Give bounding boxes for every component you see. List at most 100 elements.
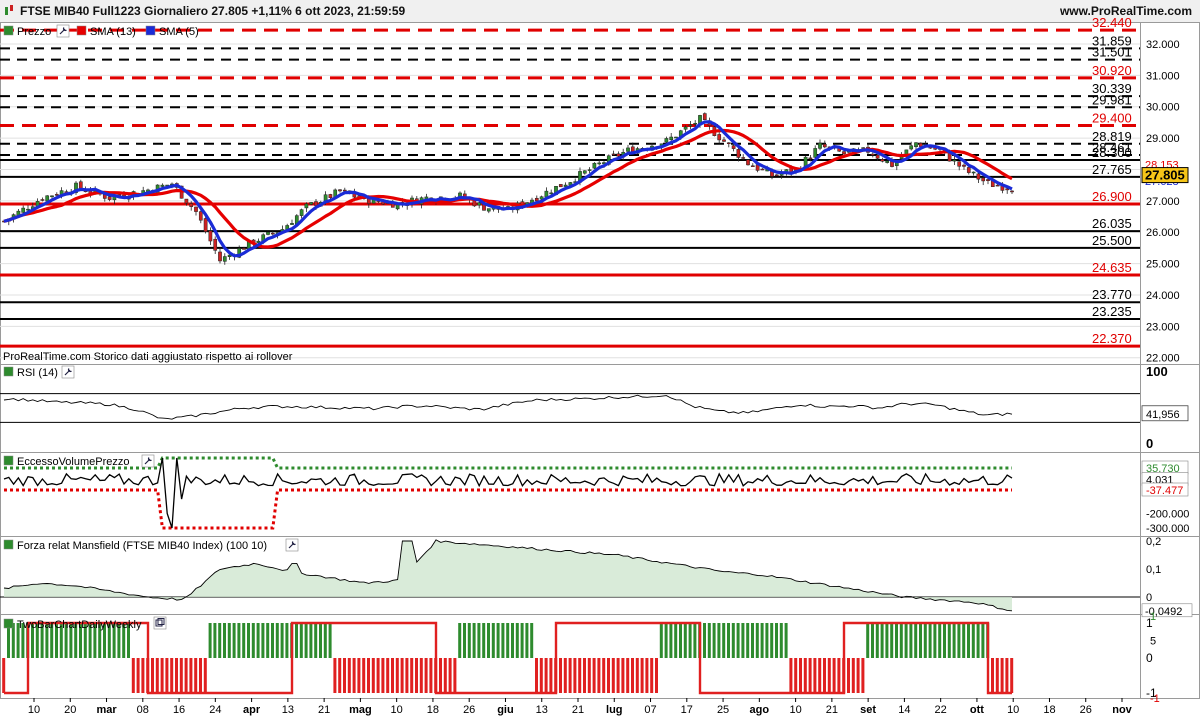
- twobar-bar-up: [487, 623, 490, 658]
- twobar-bar-up: [880, 623, 884, 658]
- candle-body: [774, 174, 779, 177]
- twobar-bar-up: [520, 623, 524, 658]
- wrench-icon[interactable]: [141, 454, 155, 468]
- twobar-bar-up: [242, 623, 246, 658]
- level-label: 32.440: [1092, 15, 1132, 30]
- candle-body: [822, 143, 827, 148]
- svg-text:EccessoVolumePrezzo: EccessoVolumePrezzo: [17, 456, 130, 468]
- evp-title: EccessoVolumePrezzo: [3, 454, 155, 468]
- mansfield-tick-label: 0: [1146, 592, 1152, 604]
- wrench-icon[interactable]: [56, 24, 70, 38]
- candle-body: [702, 113, 707, 121]
- twobar-bar-up: [328, 623, 332, 658]
- twobar-bar-up: [458, 623, 462, 658]
- twobar-bar-down: [794, 658, 798, 693]
- candle-body: [688, 124, 693, 127]
- candle-body: [107, 196, 112, 200]
- rsi-line: [3, 394, 1013, 420]
- twobar-bar-up: [717, 623, 721, 658]
- candle-body: [750, 165, 755, 167]
- twobar-bar-down: [837, 658, 841, 693]
- twobar-bar-down: [818, 658, 822, 693]
- panel-frame-rsi: [0, 364, 1200, 453]
- candle-body: [952, 159, 957, 162]
- twobar-bar-down: [151, 658, 154, 693]
- twobar-bar-up: [923, 623, 927, 658]
- twobar-bar-down: [338, 658, 342, 693]
- candle-body: [669, 136, 674, 141]
- candle-body: [40, 199, 45, 201]
- evp-tick-label: -300.000: [1146, 523, 1189, 535]
- level-label: 29.981: [1092, 92, 1132, 107]
- twobar-bar-down: [573, 658, 577, 693]
- price-tick-label: 32.000: [1146, 39, 1180, 51]
- legend-sma5: SMA (5): [159, 26, 199, 38]
- twobar-bar-down: [155, 658, 159, 693]
- twobar-bar-down: [453, 658, 457, 693]
- candle-body: [981, 177, 986, 182]
- twobar-bar-down: [443, 658, 447, 693]
- twobar-bar-down: [650, 658, 654, 693]
- candle-body: [592, 162, 597, 169]
- twobar-bar-up: [679, 623, 682, 658]
- twobar-bar-down: [333, 658, 337, 693]
- price-tick-label: 23.000: [1146, 321, 1180, 333]
- twobar-bar-up: [919, 623, 922, 658]
- twobar-bar-up: [957, 623, 961, 658]
- chart-canvas: 32.44031.85931.50130.92030.33929.98129.4…: [0, 15, 1200, 716]
- candle-body: [611, 153, 616, 156]
- x-tick-label: 13: [282, 704, 294, 716]
- copy-icon[interactable]: [153, 616, 167, 630]
- twobar-bar-down: [856, 658, 860, 693]
- candle-body: [995, 184, 1000, 187]
- horizontal-levels: 32.44031.85931.50130.92030.33929.98129.4…: [0, 15, 1140, 348]
- candle-body: [813, 148, 818, 158]
- candle-body: [266, 231, 270, 235]
- twobar-bar-down: [410, 658, 414, 693]
- candle-body: [477, 202, 482, 206]
- level-label: 27.765: [1092, 162, 1132, 177]
- candle-body: [664, 138, 669, 143]
- twobar-bar-up: [511, 623, 514, 658]
- candle-body: [808, 157, 813, 160]
- mansfield-title: Forza relat Mansfield (FTSE MIB40 Index)…: [3, 538, 299, 552]
- x-tick-label: 10: [391, 704, 403, 716]
- twobar-bar-down: [141, 658, 145, 693]
- twobar-value-label: 1: [1150, 611, 1156, 623]
- last-price-label: 27.805: [1145, 168, 1185, 183]
- twobar-bar-up: [271, 623, 274, 658]
- twobar-panel: -10115-1: [2, 611, 1160, 705]
- twobar-bar-up: [309, 623, 313, 658]
- twobar-bar-down: [165, 658, 169, 693]
- sma13-line: [3, 128, 1013, 249]
- candle-body: [842, 151, 846, 155]
- twobar-bar-up: [741, 623, 745, 658]
- candle-body: [270, 232, 275, 235]
- twobar-bar-down: [827, 658, 831, 693]
- candle-body: [299, 209, 304, 216]
- sma13-swatch: [76, 25, 87, 36]
- twobar-bar-down: [583, 658, 586, 693]
- twobar-bar-up: [319, 623, 322, 658]
- candle-body: [338, 189, 342, 192]
- candle-body: [213, 238, 218, 251]
- evp-panel: -200.000-300.00035.7304.031-37.477: [3, 456, 1189, 535]
- twobar-bar-up: [304, 623, 308, 658]
- x-tick-label: 08: [137, 704, 149, 716]
- twobar-bar-up: [784, 623, 788, 658]
- x-tick-label: apr: [243, 704, 261, 716]
- twobar-bar-up: [765, 623, 769, 658]
- wrench-icon[interactable]: [285, 538, 299, 552]
- twobar-bar-up: [731, 623, 735, 658]
- twobar-bar-up: [746, 623, 750, 658]
- candle-body: [885, 160, 890, 163]
- level-label: 23.235: [1092, 304, 1132, 319]
- twobar-bar-up: [751, 623, 754, 658]
- twobar-bar-up: [693, 623, 697, 658]
- twobar-bar-down: [851, 658, 855, 693]
- wrench-icon[interactable]: [61, 365, 75, 379]
- candle-body: [242, 248, 246, 250]
- x-tick-label: mag: [349, 704, 372, 716]
- twobar-bar-down: [391, 658, 394, 693]
- twobar-bar-down: [616, 658, 620, 693]
